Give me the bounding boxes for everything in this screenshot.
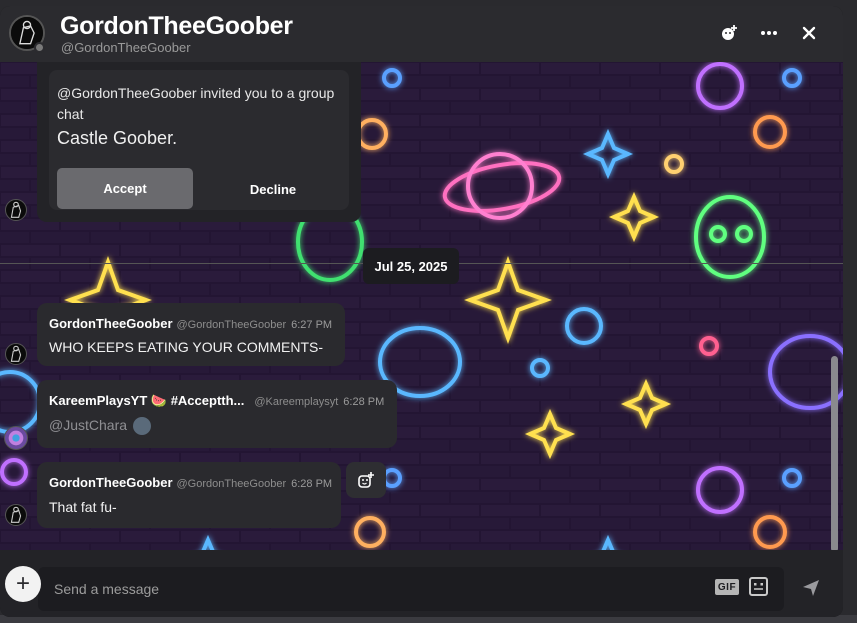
add-reaction-icon — [358, 472, 374, 488]
chat-header: GordonTheeGoober @GordonTheeGoober — [0, 6, 843, 62]
message-time: 6:28 PM — [291, 478, 333, 490]
message-header: GordonTheeGoober @GordonTheeGoober 6:27 PM — [49, 316, 332, 331]
avatar[interactable] — [5, 504, 27, 526]
message-text: That fat fu- — [49, 499, 117, 515]
message-text: WHO KEEPS EATING YOUR COMMENTS- — [49, 339, 324, 355]
accept-button[interactable]: Accept — [57, 168, 193, 209]
message-handle: @Kareemplaysyt — [254, 396, 339, 408]
message-handle: @GordonTheeGoober — [176, 319, 287, 331]
add-friend-icon — [722, 25, 737, 40]
invite-group-name: Castle Goober. — [57, 128, 178, 148]
message-bubble[interactable]: GordonTheeGoober @GordonTheeGoober 6:28 PM… — [37, 462, 341, 528]
gif-button[interactable]: GIF — [715, 579, 739, 595]
plus-icon: + — [15, 570, 30, 597]
message-header: KareemPlaysYT 🍉 #Acceptth... @Kareemplays… — [49, 393, 384, 409]
message-input[interactable] — [38, 567, 784, 611]
more-icon — [761, 31, 777, 35]
avatar[interactable] — [4, 426, 28, 450]
message-author[interactable]: GordonTheeGoober — [49, 475, 173, 490]
more-button[interactable] — [758, 22, 780, 44]
send-icon — [803, 580, 819, 596]
sticker-icon — [754, 583, 763, 590]
add-reaction-button[interactable] — [346, 462, 386, 498]
avatar[interactable] — [5, 343, 27, 365]
status-dot — [34, 42, 45, 53]
avatar-image — [10, 345, 22, 362]
message-time: 6:27 PM — [291, 319, 333, 331]
close-icon — [802, 26, 816, 40]
message-author[interactable]: KareemPlaysYT 🍉 #Acceptth... — [49, 393, 244, 408]
chat-window: GordonTheeGoober @GordonTheeGoober @Gord… — [0, 6, 843, 617]
message-bubble[interactable]: KareemPlaysYT 🍉 #Acceptth... @Kareemplays… — [37, 380, 397, 448]
avatar-image — [10, 506, 22, 523]
message-handle: @GordonTheeGoober — [176, 478, 287, 490]
close-button[interactable] — [798, 22, 820, 44]
message-bubble[interactable]: GordonTheeGoober @GordonTheeGoober 6:27 PM… — [37, 303, 345, 366]
message-time: 6:28 PM — [343, 396, 385, 408]
avatar-image — [10, 201, 22, 218]
message-author[interactable]: GordonTheeGoober — [49, 316, 173, 331]
avatar-image — [8, 430, 24, 446]
decline-button[interactable]: Decline — [215, 178, 331, 200]
mention-avatar-icon — [132, 417, 151, 436]
scrollbar-thumb[interactable] — [831, 356, 838, 552]
invite-text: @GordonTheeGoober invited you to a group… — [57, 85, 335, 122]
invite-inner: @GordonTheeGoober invited you to a group… — [49, 70, 349, 210]
send-button[interactable] — [800, 577, 822, 599]
message-text: @JustChara — [49, 417, 151, 436]
avatar[interactable] — [5, 199, 27, 221]
attach-button[interactable]: + — [5, 566, 41, 602]
page-title: GordonTheeGoober — [60, 12, 293, 40]
message-header: GordonTheeGoober @GordonTheeGoober 6:28 PM — [49, 475, 332, 490]
date-label: Jul 25, 2025 — [363, 248, 459, 284]
group-invite-card: @GordonTheeGoober invited you to a group… — [37, 62, 361, 222]
mention-link[interactable]: @JustChara — [49, 417, 127, 433]
add-friend-button[interactable] — [718, 22, 740, 44]
sticker-button[interactable] — [749, 577, 768, 596]
user-handle: @GordonTheeGoober — [61, 40, 191, 55]
